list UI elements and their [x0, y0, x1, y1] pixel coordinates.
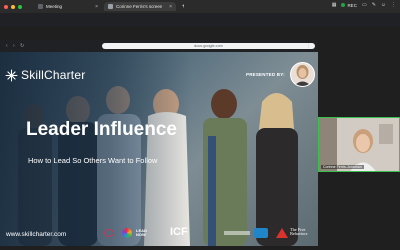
- slide-title: Leader Influence: [26, 119, 177, 140]
- participant-name-label: Corinne Ferris-Jonathan: [321, 165, 364, 169]
- address-bar[interactable]: docs.google.com: [102, 43, 315, 49]
- rec-label: REC: [347, 2, 357, 8]
- tab-label: Corinne Ferris's screen: [116, 4, 163, 9]
- chat-icon[interactable]: ▭: [362, 2, 367, 8]
- screen-share-header: [0, 13, 400, 27]
- people-icon[interactable]: ☺: [381, 2, 386, 8]
- partner-logos: LEAD NOW ICF The Five Behaviors: [100, 225, 318, 243]
- address-bar-url: docs.google.com: [194, 44, 223, 48]
- five-behaviors-logo: The Five Behaviors: [290, 227, 308, 237]
- icf-logo: ICF: [170, 226, 188, 238]
- participant-video: [319, 118, 399, 171]
- back-icon[interactable]: ‹: [6, 43, 8, 49]
- menu-icon[interactable]: ⋮: [306, 43, 311, 49]
- brand-name: SkillCharter: [21, 68, 86, 82]
- presentation-slide: SkillCharter PRESENTED BY: Leader Influe…: [0, 52, 318, 246]
- more-icon[interactable]: ⋮: [391, 2, 396, 8]
- grey-partner-logo: [224, 231, 250, 235]
- presenter-avatar: [290, 62, 315, 87]
- presented-by-label: PRESENTED BY:: [246, 72, 285, 77]
- window-tab-bar: Meeting × Corinne Ferris's screen × + ▦ …: [0, 0, 400, 13]
- screen-favicon-icon: [108, 4, 113, 9]
- slide-website: www.skillcharter.com: [6, 231, 67, 238]
- slide-subtitle: How to Lead So Others Want to Follow: [28, 156, 158, 165]
- pencil-icon[interactable]: ✎: [372, 2, 376, 8]
- forward-icon[interactable]: ›: [13, 43, 15, 49]
- red-triangle-logo-icon: [276, 228, 288, 238]
- presenter-photo: [294, 65, 311, 86]
- grid-icon[interactable]: ▦: [332, 2, 337, 8]
- shared-browser-toolbar: ‹ › ↻ docs.google.com ⋮: [0, 40, 318, 52]
- top-right-controls: ▦ REC ▭ ✎ ☺ ⋮: [332, 2, 396, 8]
- lead-now-logo: LEAD NOW: [136, 228, 147, 237]
- tab-label: Meeting: [46, 4, 63, 9]
- participant-video-tile[interactable]: Corinne Ferris-Jonathan: [318, 117, 400, 172]
- new-tab-button[interactable]: +: [178, 2, 188, 11]
- reload-icon[interactable]: ↻: [20, 43, 24, 49]
- record-dot-icon: [341, 3, 346, 7]
- disc-logo: [254, 228, 268, 238]
- meeting-favicon-icon: [38, 4, 43, 9]
- compass-icon: [5, 69, 18, 81]
- maximize-window-icon[interactable]: [18, 4, 22, 9]
- tab-meeting[interactable]: Meeting ×: [34, 2, 102, 11]
- tab-screen-share[interactable]: Corinne Ferris's screen ×: [104, 2, 176, 11]
- plus-icon: +: [182, 3, 184, 10]
- recording-indicator[interactable]: REC: [341, 3, 357, 8]
- close-window-icon[interactable]: [4, 4, 8, 9]
- close-tab-icon[interactable]: ×: [169, 4, 172, 10]
- window-controls[interactable]: [0, 2, 28, 11]
- red-partner-logo: [104, 229, 114, 237]
- minimize-window-icon[interactable]: [11, 4, 15, 9]
- close-tab-icon[interactable]: ×: [95, 4, 98, 10]
- skillcharter-logo: SkillCharter: [5, 68, 85, 82]
- rainbow-partner-logo: [122, 228, 132, 238]
